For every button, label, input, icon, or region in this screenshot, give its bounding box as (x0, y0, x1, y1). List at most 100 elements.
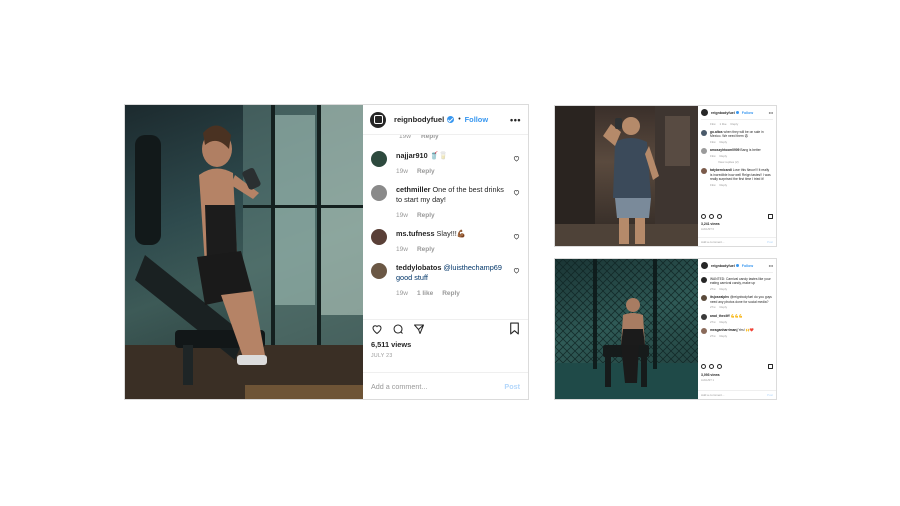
post-photo-illustration (555, 259, 698, 399)
post-video-woman-cage[interactable] (555, 259, 698, 399)
add-comment-input[interactable]: Add a comment... (701, 393, 725, 397)
commenter-avatar[interactable] (701, 295, 707, 302)
like-heart-icon[interactable] (701, 213, 706, 219)
commenter-avatar[interactable] (701, 313, 707, 320)
post-details-panel: reignbodyfuel Follow ••• WANTED: Carniva… (698, 259, 776, 399)
comment-item: cethmiller One of the best drinks to star… (371, 185, 520, 221)
more-options-icon[interactable]: ••• (769, 263, 773, 268)
views-count[interactable]: 6,511 views (363, 337, 528, 349)
comment-likes-count[interactable]: 1 like (417, 289, 433, 299)
follow-button[interactable]: Follow (742, 264, 753, 268)
commenter-username[interactable]: cethmiller (396, 185, 430, 194)
profile-avatar[interactable] (701, 109, 708, 116)
share-send-icon[interactable] (413, 323, 425, 335)
commenter-username[interactable]: najjar910 (396, 151, 428, 160)
username-link[interactable]: reignbodyfuel (394, 115, 444, 124)
add-comment-bar: Add a comment... Post (698, 237, 776, 246)
reply-button[interactable]: Reply (442, 289, 460, 299)
reply-button[interactable]: Reply (720, 305, 728, 309)
commenter-username[interactable]: ms.tufness (396, 229, 435, 238)
add-comment-input[interactable]: Add a comment... (701, 240, 725, 244)
reply-button[interactable]: Reply (720, 320, 728, 324)
reply-button[interactable]: Reply (421, 135, 439, 143)
comment-item: amoszyhtoom0909 Bang is better 19w Reply (701, 148, 773, 158)
commenter-avatar[interactable] (701, 130, 707, 136)
share-send-icon[interactable] (717, 363, 722, 369)
commenter-username[interactable]: meaganharrimanj (710, 328, 737, 332)
comment-time: 19w (710, 154, 716, 159)
like-heart-icon[interactable] (701, 363, 706, 369)
more-options-icon[interactable]: ••• (510, 115, 521, 125)
commenter-avatar[interactable] (701, 277, 707, 283)
post-header: reignbodyfuel Follow ••• (701, 106, 773, 120)
commenter-avatar[interactable] (701, 327, 707, 334)
view-replies-link[interactable]: View replies (2) (701, 160, 773, 164)
comment-likes-count[interactable]: 1 like (720, 122, 727, 126)
save-bookmark-icon[interactable] (768, 213, 773, 219)
commenter-avatar[interactable] (371, 151, 387, 167)
verified-badge-icon (735, 264, 739, 267)
commenter-username[interactable]: amoszyhtoom0909 (710, 148, 740, 152)
comment-like-heart-icon[interactable] (513, 267, 520, 274)
comment-text: WANTED: Carnival candy tastes like your … (710, 277, 771, 286)
profile-avatar[interactable] (370, 111, 386, 128)
post-comment-button[interactable]: Post (504, 382, 520, 391)
post-video-woman-drinking[interactable] (125, 105, 363, 399)
clipped-comment-meta: 19w Reply (371, 135, 516, 143)
username-link[interactable]: reignbodyfuel (711, 111, 735, 115)
reply-button[interactable]: Reply (417, 167, 435, 177)
comment-item: teddylobatos @luisthechamp69 good stuff 1… (371, 263, 520, 299)
commenter-username[interactable]: arad_thecliff (710, 314, 730, 318)
follow-button[interactable]: Follow (465, 115, 488, 124)
commenter-avatar[interactable] (701, 168, 707, 175)
reply-button[interactable]: Reply (720, 334, 728, 338)
commenter-avatar[interactable] (371, 263, 387, 279)
comment-like-heart-icon[interactable] (513, 233, 520, 240)
reply-button[interactable]: Reply (417, 245, 435, 255)
comment-time: 27w (710, 333, 716, 338)
reply-button[interactable]: Reply (720, 140, 728, 144)
post-video-man-drinking[interactable] (555, 106, 698, 246)
post-date: AUGUST 6 (701, 228, 714, 231)
save-bookmark-icon[interactable] (768, 363, 773, 369)
comment-bubble-icon[interactable] (709, 213, 714, 219)
comment-item: WANTED: Carnival candy tastes like your … (701, 277, 773, 291)
comment-time: 27w (710, 319, 716, 324)
post-comment-button[interactable]: Post (767, 393, 773, 397)
commenter-avatar[interactable] (701, 148, 707, 155)
comment-time: 19w (710, 182, 716, 187)
more-options-icon[interactable]: ••• (769, 110, 773, 115)
comments-list[interactable]: 19w Reply najjar910 🥤🥛 19w Reply cethmille… (363, 135, 528, 319)
add-comment-bar: Add a comment... Post (363, 372, 528, 399)
post-date: JULY 23 (371, 353, 393, 359)
post-action-bar (363, 319, 528, 337)
profile-avatar[interactable] (701, 262, 708, 269)
add-comment-input[interactable]: Add a comment... (371, 382, 427, 391)
verified-badge-icon (447, 116, 455, 123)
reply-button[interactable]: Reply (720, 183, 728, 187)
comment-like-heart-icon[interactable] (513, 189, 520, 196)
post-details-panel: reignbodyfuel • Follow ••• 19w Reply naj… (363, 105, 528, 399)
comment-bubble-icon[interactable] (709, 363, 714, 369)
reply-button[interactable]: Reply (720, 287, 728, 291)
follow-button[interactable]: Follow (742, 111, 753, 115)
comment-text: 🥤🥛 (429, 151, 448, 160)
views-count[interactable]: 3,093 views (701, 373, 720, 377)
views-count[interactable]: 3,241 views (701, 222, 720, 226)
reply-button[interactable]: Reply (417, 211, 435, 221)
comment-item: itsjosealphv @reignbodyfuel do you guys … (701, 295, 773, 309)
post-action-bar (701, 212, 773, 220)
comment-bubble-icon[interactable] (392, 323, 404, 335)
post-header: reignbodyfuel • Follow ••• (363, 105, 528, 135)
commenter-avatar[interactable] (371, 229, 387, 245)
comment-like-heart-icon[interactable] (513, 155, 520, 162)
like-heart-icon[interactable] (371, 323, 383, 335)
username-link[interactable]: reignbodyfuel (711, 264, 735, 268)
post-comment-button[interactable]: Post (767, 240, 773, 244)
reply-button[interactable]: Reply (720, 154, 728, 158)
commenter-username[interactable]: teddylobatos (396, 263, 441, 272)
commenter-avatar[interactable] (371, 185, 387, 201)
reply-button[interactable]: Reply (731, 122, 739, 126)
save-bookmark-icon[interactable] (509, 322, 520, 335)
share-send-icon[interactable] (717, 213, 722, 219)
